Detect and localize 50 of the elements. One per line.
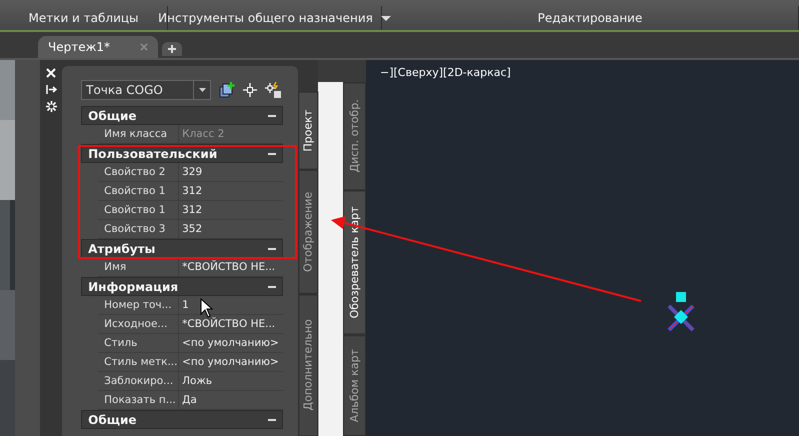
object-type-dropdown[interactable]: Точка COGO <box>81 80 212 100</box>
crosshair-icon[interactable] <box>243 83 258 97</box>
palette-tab[interactable]: Отображение <box>298 170 318 294</box>
property-name: Стиль <box>98 334 180 352</box>
property-name: Номер точ... <box>98 296 180 314</box>
property-value[interactable]: 312 <box>179 182 284 200</box>
palette-tab[interactable]: Дополнительно <box>298 294 318 436</box>
ribbon-panel-label: Метки и таблицы <box>28 11 139 25</box>
property-name: Свойство 3 <box>98 220 180 238</box>
property-name: Имя класса <box>98 125 180 143</box>
property-value[interactable]: *СВОЙСТВО НЕ... <box>179 258 284 276</box>
arrow-icon[interactable] <box>46 84 57 95</box>
category-header[interactable]: Общие <box>81 410 284 429</box>
cogo-point-marker <box>666 292 696 332</box>
property-name: Исходное... <box>98 315 180 333</box>
property-name: Заблокиро... <box>98 372 180 390</box>
property-value[interactable]: *СВОЙСТВО НЕ... <box>179 315 284 333</box>
property-name: Свойство 2 <box>98 163 180 181</box>
add-selection-icon[interactable] <box>219 82 236 98</box>
document-tab[interactable]: Чертеж1* <box>38 36 158 58</box>
property-value[interactable]: <по умолчанию> <box>179 353 284 371</box>
property-value[interactable]: 1 <box>179 296 284 314</box>
property-name: Свойство 1 <box>98 201 180 219</box>
property-value[interactable]: 312 <box>179 201 284 219</box>
property-value[interactable]: Да <box>179 391 284 409</box>
caret-icon <box>198 88 206 92</box>
caret-icon[interactable] <box>380 16 391 20</box>
property-value[interactable]: <по умолчанию> <box>179 334 284 352</box>
category-header[interactable]: Общие <box>81 106 284 125</box>
palette-tab[interactable]: Дисп. отобр. <box>343 82 366 190</box>
settings-icon[interactable] <box>46 101 57 112</box>
property-name: Имя <box>98 258 180 276</box>
category-header[interactable]: Атрибуты <box>81 239 284 258</box>
property-name: Свойство 1 <box>98 182 180 200</box>
palette-tab[interactable]: Проект <box>298 92 318 170</box>
plus-icon <box>168 45 176 53</box>
category-header[interactable]: Информация <box>81 277 284 296</box>
cursor-icon <box>200 298 214 318</box>
property-value[interactable]: 329 <box>179 163 284 181</box>
property-name: Показать п... <box>98 391 180 409</box>
property-name: Стиль метк... <box>98 353 180 371</box>
ribbon-panel-label: Инструменты общего назначения <box>158 11 373 25</box>
property-value[interactable]: Ложь <box>179 372 284 390</box>
viewport-label[interactable]: −][Сверху][2D-каркас] <box>380 66 511 79</box>
palette-tab[interactable]: Альбом карт <box>343 334 366 436</box>
new-tab-button[interactable] <box>162 42 182 56</box>
ribbon-panel-label: Редактирование <box>538 11 642 25</box>
quick-select-icon[interactable] <box>265 82 282 98</box>
property-value[interactable]: 352 <box>179 220 284 238</box>
palette-tab[interactable]: Обозреватель карт <box>343 190 366 335</box>
